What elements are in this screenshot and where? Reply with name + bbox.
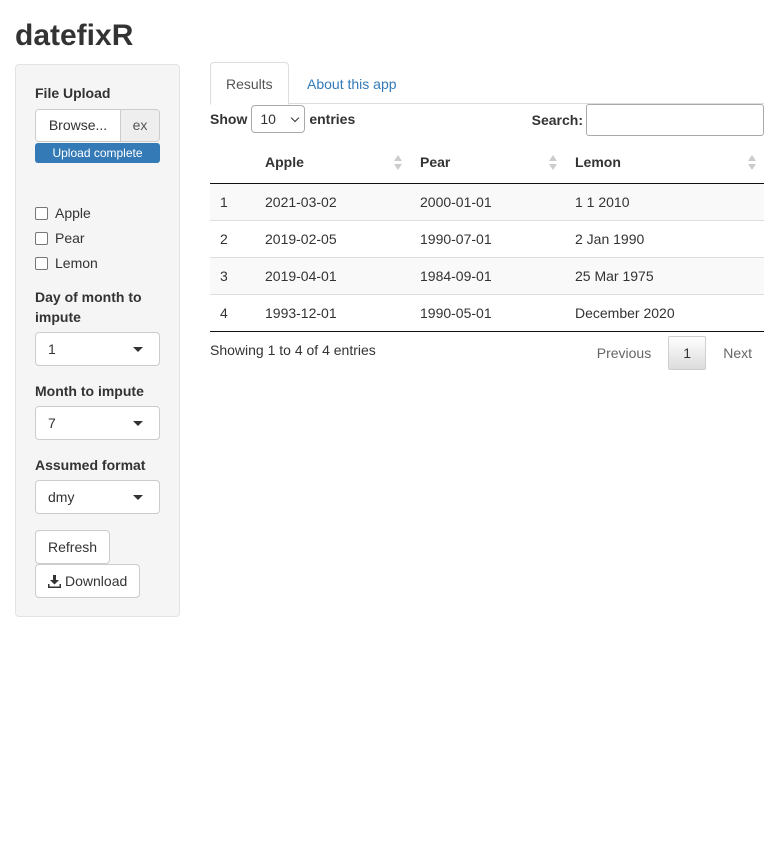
checkbox-label: Apple <box>55 205 91 221</box>
table-cell: December 2020 <box>565 293 764 332</box>
results-table: Apple Pear Lemon 1 2021-03-02 2000-01-01… <box>210 142 764 332</box>
day-of-month-select[interactable]: 1 <box>35 332 160 366</box>
caret-down-icon <box>133 347 143 352</box>
format-label: Assumed format <box>35 457 146 473</box>
format-value: dmy <box>48 489 75 505</box>
table-cell: 3 <box>210 256 255 294</box>
column-header-lemon[interactable]: Lemon <box>565 142 764 184</box>
checkbox-pear[interactable]: Pear <box>35 228 85 248</box>
refresh-button-label: Refresh <box>48 539 98 555</box>
checkbox-box[interactable] <box>35 206 48 220</box>
table-cell: 2019-02-05 <box>255 219 410 257</box>
table-row: 4 1993-12-01 1990-05-01 December 2020 <box>210 293 764 332</box>
month-value: 7 <box>48 415 56 431</box>
tab-bar: Results About this app <box>210 62 764 105</box>
month-select[interactable]: 7 <box>35 406 160 440</box>
column-header-label: Apple <box>265 154 304 171</box>
checkbox-box[interactable] <box>35 256 48 270</box>
table-cell: 2 Jan 1990 <box>565 219 764 257</box>
table-cell: 1 1 2010 <box>565 183 764 220</box>
table-cell: 2000-01-01 <box>410 183 565 220</box>
table-search: Search: <box>532 104 764 136</box>
entries-select-value: 10 <box>260 111 276 127</box>
table-cell: 1 <box>210 183 255 220</box>
checkbox-box[interactable] <box>35 231 48 245</box>
sort-icon <box>748 155 756 171</box>
pagination: Previous 1 Next <box>585 336 764 370</box>
day-of-month-label: Day of month to impute <box>35 289 142 325</box>
caret-down-icon <box>133 421 143 426</box>
upload-progress-bar: Upload complete <box>35 143 160 163</box>
search-input[interactable] <box>586 104 764 136</box>
entries-select[interactable]: 10 <box>251 105 306 133</box>
refresh-button[interactable]: Refresh <box>35 530 111 564</box>
app-title: datefixR <box>15 19 134 52</box>
file-upload-label: File Upload <box>35 85 111 101</box>
checkbox-label: Lemon <box>55 255 98 271</box>
month-label: Month to impute <box>35 383 144 399</box>
download-button-label: Download <box>65 573 128 589</box>
column-header-label: Pear <box>420 154 451 171</box>
show-entries-control: Show 10 entries <box>210 105 355 133</box>
sidebar-panel: File Upload Browse... ex Upload complete… <box>15 64 180 617</box>
checkbox-label: Pear <box>55 230 85 246</box>
table-row: 2 2019-02-05 1990-07-01 2 Jan 1990 <box>210 219 764 257</box>
format-select[interactable]: dmy <box>35 480 160 514</box>
sort-icon <box>549 155 557 171</box>
page-1-button[interactable]: 1 <box>668 336 707 370</box>
table-cell: 2019-04-01 <box>255 256 410 294</box>
table-cell: 1984-09-01 <box>410 256 565 294</box>
download-button[interactable]: Download <box>35 564 141 598</box>
table-cell: 1993-12-01 <box>255 293 410 332</box>
tab-about[interactable]: About this app <box>291 62 413 105</box>
table-header-row: Apple Pear Lemon <box>210 142 764 184</box>
column-header-index <box>210 142 255 184</box>
checkbox-apple[interactable]: Apple <box>35 203 91 223</box>
column-header-pear[interactable]: Pear <box>410 142 565 184</box>
caret-down-icon <box>133 495 143 500</box>
download-icon <box>48 574 61 588</box>
entries-label: entries <box>309 111 356 127</box>
table-cell: 25 Mar 1975 <box>565 256 764 294</box>
table-cell: 1990-05-01 <box>410 293 565 332</box>
table-cell: 1990-07-01 <box>410 219 565 257</box>
browse-button[interactable]: Browse... <box>36 110 121 141</box>
show-label: Show <box>210 111 248 127</box>
column-header-apple[interactable]: Apple <box>255 142 410 184</box>
table-cell: 2021-03-02 <box>255 183 410 220</box>
checkbox-lemon[interactable]: Lemon <box>35 253 98 273</box>
chevron-down-icon <box>291 113 300 123</box>
next-page-button[interactable]: Next <box>711 336 764 370</box>
previous-page-button[interactable]: Previous <box>585 336 663 370</box>
tab-results[interactable]: Results <box>210 62 289 105</box>
table-row: 1 2021-03-02 2000-01-01 1 1 2010 <box>210 183 764 220</box>
file-upload-input[interactable]: Browse... ex <box>35 109 160 142</box>
search-label: Search: <box>531 112 583 128</box>
table-info: Showing 1 to 4 of 4 entries <box>210 342 376 358</box>
table-cell: 2 <box>210 219 255 257</box>
table-cell: 4 <box>210 293 255 332</box>
column-header-label: Lemon <box>575 154 621 171</box>
day-of-month-value: 1 <box>48 341 56 357</box>
table-row: 3 2019-04-01 1984-09-01 25 Mar 1975 <box>210 256 764 294</box>
sort-icon <box>394 155 402 171</box>
file-name-field: ex <box>121 110 159 141</box>
